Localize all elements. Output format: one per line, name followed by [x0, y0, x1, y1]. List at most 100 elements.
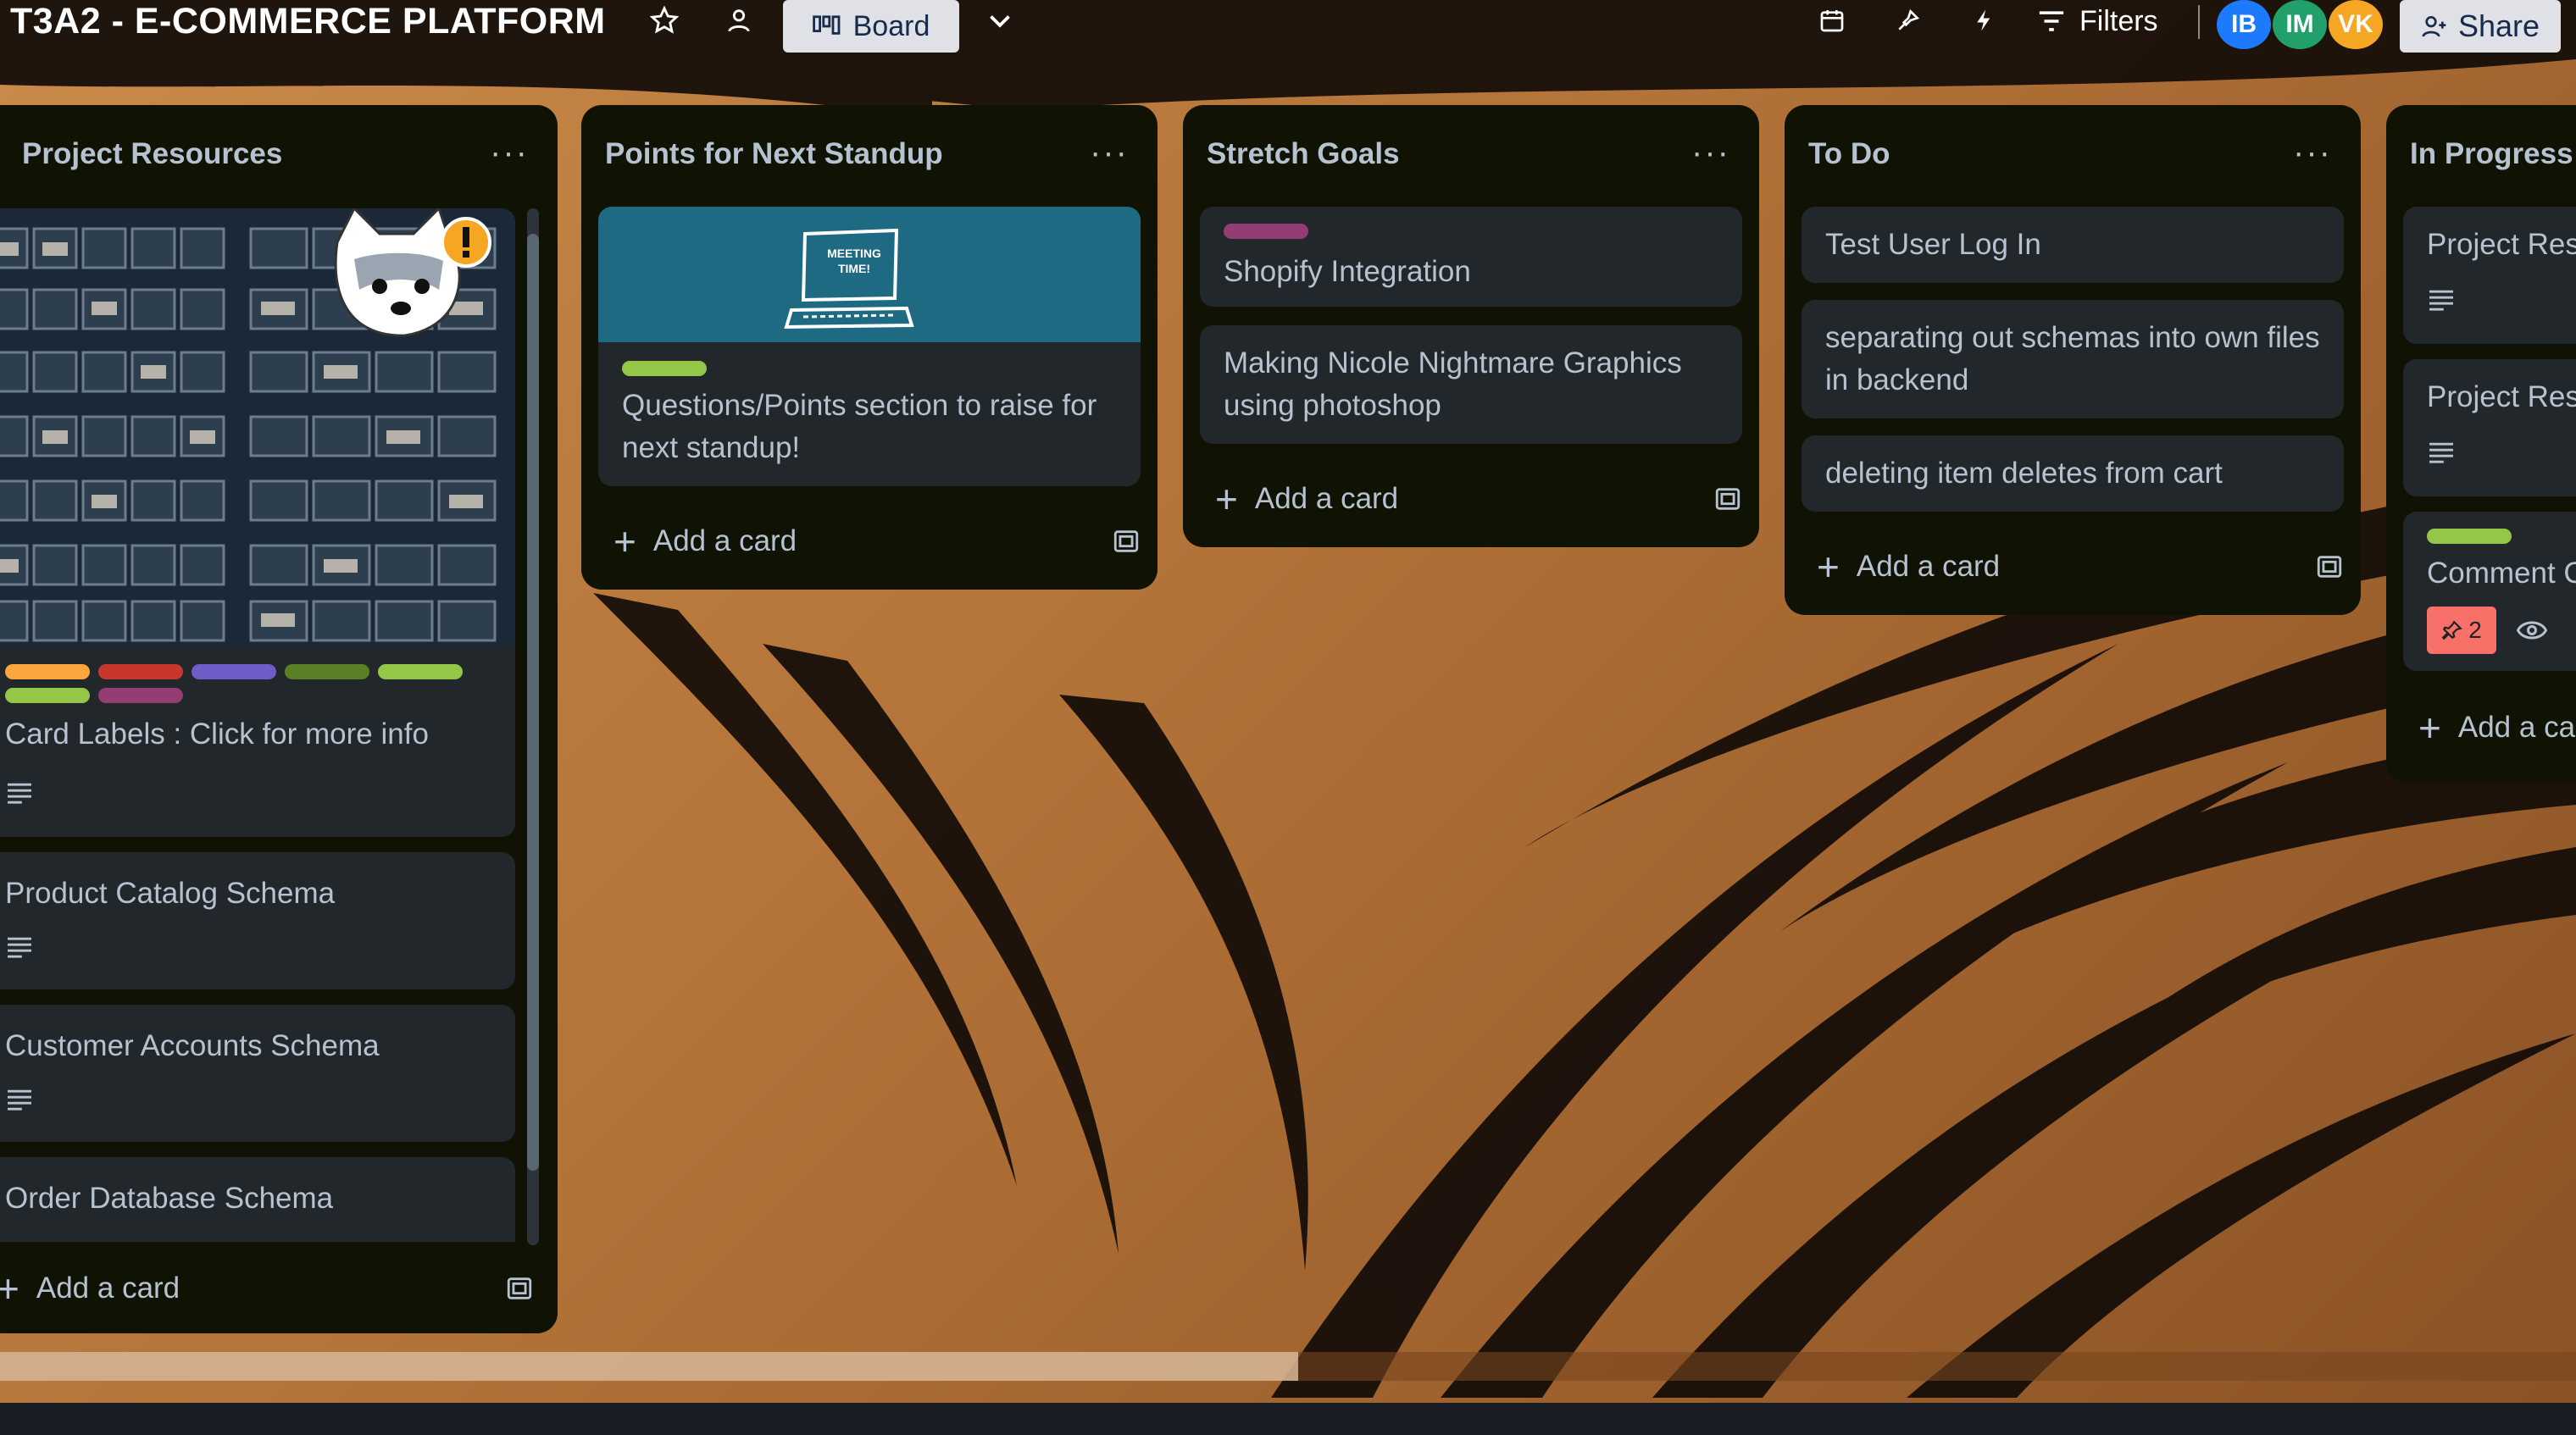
- description-icon: [8, 1089, 31, 1111]
- add-card-label: Add a ca: [2457, 711, 2576, 744]
- board-header: T3A2 - E-COMMERCE PLATFORM Board Filters…: [0, 0, 2576, 53]
- chevron-down-icon[interactable]: [983, 3, 1017, 37]
- label-pill[interactable]: [622, 361, 707, 376]
- list-title[interactable]: Stretch Goals: [1207, 137, 1400, 171]
- card-product-catalog-schema[interactable]: Product Catalog Schema: [0, 852, 515, 989]
- list-scrollbar-thumb[interactable]: [527, 234, 539, 1171]
- list-project-resources: Project Resources ··· Card Labels: Clic…: [0, 105, 558, 1333]
- list-title[interactable]: To Do: [1808, 137, 1890, 171]
- automation-icon[interactable]: [1968, 3, 2001, 37]
- header-divider: [2198, 5, 2200, 39]
- list-header: Project Resources ···: [0, 105, 558, 208]
- add-member-icon: [2422, 16, 2446, 37]
- card-title: Project Res: [2427, 228, 2576, 261]
- plus-icon: +: [1215, 477, 1238, 521]
- list-menu-button[interactable]: ···: [1691, 134, 1730, 172]
- filters-button[interactable]: Filters: [2037, 0, 2158, 42]
- label-pill[interactable]: [98, 688, 183, 703]
- list-title[interactable]: In Progress: [2410, 137, 2573, 171]
- card-title: Making Nicole Nightmare Graphics using p…: [1224, 346, 1682, 422]
- label-pill[interactable]: [285, 664, 369, 679]
- card-title: deleting item deletes from cart: [1825, 457, 2223, 490]
- os-taskbar: [0, 1403, 2576, 1435]
- filter-icon: [2039, 11, 2064, 31]
- plus-icon: +: [1817, 545, 1840, 589]
- star-icon[interactable]: [647, 3, 681, 37]
- board-view-label: Board: [852, 9, 930, 42]
- list-points-for-next-standup: Points for Next Standup ··· MEETING TIME…: [581, 105, 1158, 590]
- calendar-icon[interactable]: [1815, 3, 1849, 37]
- list-menu-button[interactable]: ···: [2293, 134, 2332, 172]
- due-date-badge[interactable]: 2: [2427, 607, 2496, 654]
- card-title: Comment C: [2427, 557, 2576, 590]
- card-template-icon[interactable]: [505, 1274, 534, 1303]
- avatar-initials: IM: [2285, 10, 2314, 38]
- add-card-button[interactable]: + Add a card: [0, 1259, 524, 1318]
- badge-count: 2: [2468, 617, 2482, 643]
- board-title[interactable]: T3A2 - E-COMMERCE PLATFORM: [10, 0, 606, 42]
- add-card-button[interactable]: + Add a card: [598, 512, 1141, 571]
- share-button[interactable]: Share: [2400, 0, 2561, 53]
- card-cover-image: [0, 208, 515, 645]
- card-customer-accounts-schema[interactable]: Customer Accounts Schema: [0, 1005, 515, 1142]
- plus-icon: +: [0, 1266, 19, 1310]
- board-view-button[interactable]: Board: [783, 0, 959, 53]
- list-title[interactable]: Project Resources: [22, 137, 282, 171]
- label-pill[interactable]: [2427, 529, 2512, 544]
- avatar[interactable]: IM: [2273, 0, 2327, 49]
- list-in-progress: In Progress Project Res Project Res Comm…: [2386, 105, 2576, 783]
- card-cover: MEETING TIME!: [598, 207, 1141, 342]
- card-project-res[interactable]: Project Res: [2403, 359, 2576, 496]
- card-comment[interactable]: Comment C 2: [2403, 512, 2576, 671]
- card-title: Project Res: [2427, 380, 2576, 413]
- card-questions-points[interactable]: MEETING TIME! Questions/Points section t…: [598, 207, 1141, 486]
- card-title: Test User Log In: [1825, 228, 2041, 261]
- label-pill[interactable]: [1224, 224, 1308, 239]
- card-template-icon[interactable]: [2315, 552, 2344, 581]
- card-deleting-item[interactable]: deleting item deletes from cart: [1802, 435, 2344, 512]
- card-shopify-integration[interactable]: Shopify Integration: [1200, 207, 1742, 307]
- power-ups-icon[interactable]: [1891, 3, 1925, 37]
- avatar[interactable]: VK: [2329, 0, 2383, 49]
- add-card-button[interactable]: + Add a card: [1200, 469, 1742, 529]
- list-header: To Do ···: [1785, 105, 2361, 208]
- list-title[interactable]: Points for Next Standup: [605, 137, 943, 171]
- label-pill[interactable]: [98, 664, 183, 679]
- card-template-icon[interactable]: [1713, 485, 1742, 513]
- card-title: Card Labels : Click for more info: [5, 718, 429, 751]
- card-title: Order Database Schema: [5, 1182, 334, 1215]
- watch-icon: [2517, 621, 2547, 640]
- add-card-label: Add a card: [1856, 550, 2001, 583]
- card-order-database-schema[interactable]: Order Database Schema: [0, 1157, 515, 1242]
- list-menu-button[interactable]: ···: [490, 134, 529, 172]
- share-label: Share: [2457, 8, 2540, 43]
- board-horizontal-scrollbar[interactable]: [0, 1352, 2576, 1381]
- workspace-visibility-icon[interactable]: [722, 3, 756, 37]
- card-card-labels[interactable]: Card Labels : Click for more info: [0, 208, 515, 837]
- card-title: Product Catalog Schema: [5, 877, 336, 910]
- add-card-label: Add a card: [652, 524, 797, 557]
- list-menu-button[interactable]: ···: [1090, 134, 1129, 172]
- board-scrollbar-thumb[interactable]: [0, 1352, 1298, 1381]
- list-header: In Progress: [2386, 105, 2576, 208]
- list-scrollbar[interactable]: [527, 208, 539, 1245]
- card-template-icon[interactable]: [1112, 527, 1141, 556]
- add-card-button[interactable]: + Add a ca: [2403, 698, 2576, 757]
- add-card-label: Add a card: [36, 1272, 180, 1305]
- label-pill[interactable]: [5, 664, 90, 679]
- card-project-res[interactable]: Project Res: [2403, 207, 2576, 344]
- card-test-user-log-in[interactable]: Test User Log In: [1802, 207, 2344, 283]
- label-pill[interactable]: [5, 688, 90, 703]
- list-to-do: To Do ··· Test User Log In separating ou…: [1785, 105, 2361, 615]
- card-title: Shopify Integration: [1224, 255, 1471, 288]
- plus-icon: +: [2418, 706, 2441, 750]
- description-icon: [8, 937, 31, 958]
- avatar[interactable]: IB: [2217, 0, 2271, 49]
- add-card-button[interactable]: + Add a card: [1802, 537, 2344, 596]
- card-separating-schemas[interactable]: separating out schemas into own files in…: [1802, 300, 2344, 418]
- label-pill[interactable]: [378, 664, 463, 679]
- card-title: Customer Accounts Schema: [5, 1029, 380, 1062]
- avatar-initials: IB: [2231, 10, 2257, 38]
- label-pill[interactable]: [192, 664, 276, 679]
- card-nightmare-graphics[interactable]: Making Nicole Nightmare Graphics using p…: [1200, 325, 1742, 444]
